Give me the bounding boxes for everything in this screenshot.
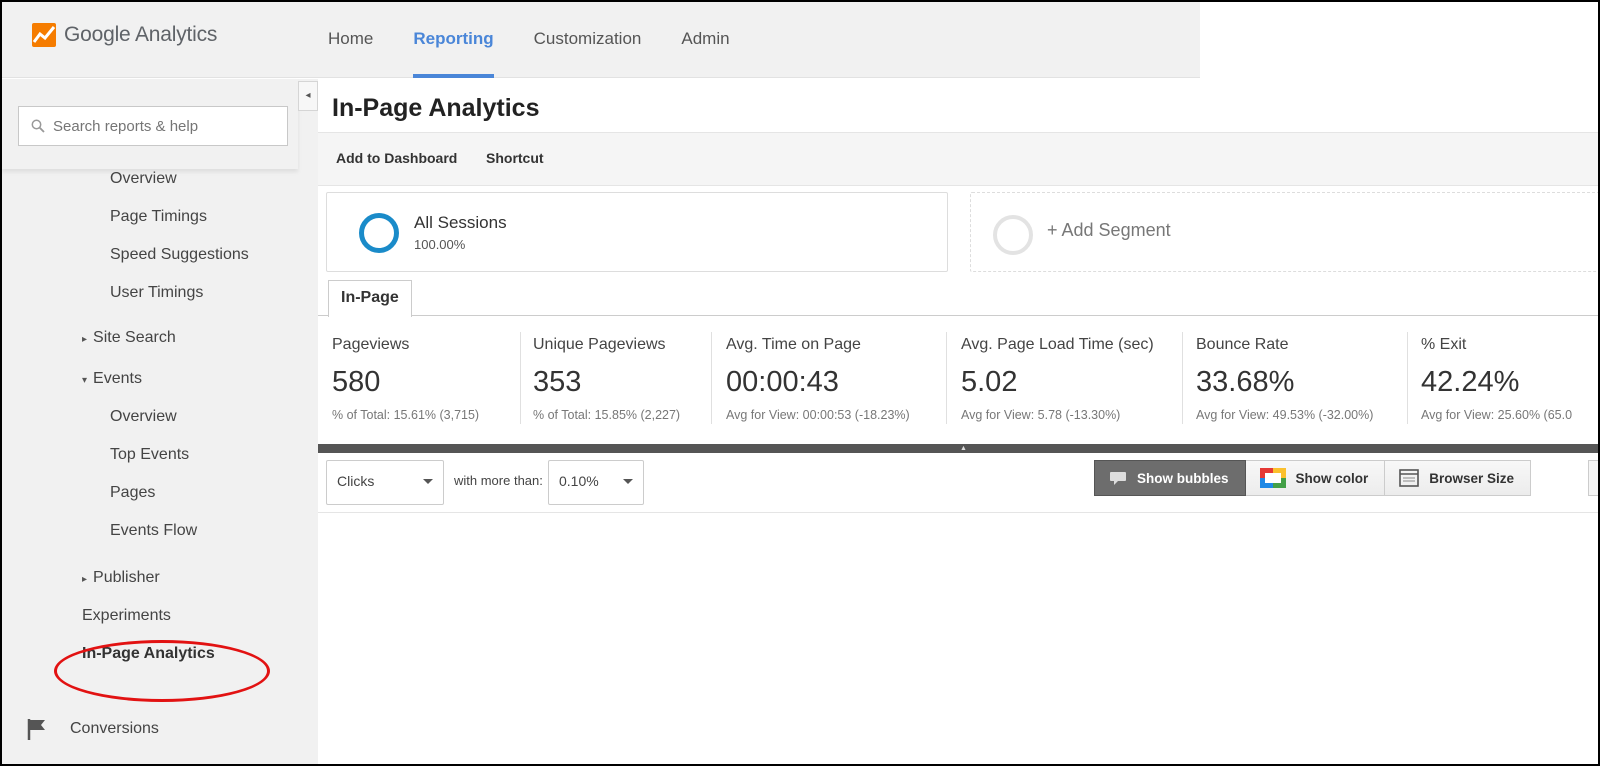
top-header: Google Analytics Home Reporting Customiz… (2, 2, 1200, 78)
sidebar-item-pages[interactable]: Pages (110, 484, 155, 502)
button-label: Show bubbles (1137, 470, 1229, 486)
search-box[interactable] (18, 106, 288, 146)
collapse-sidebar-button[interactable]: ◂ (298, 81, 318, 111)
segment-ring-icon (359, 213, 399, 253)
triangle-up-icon: ▲ (960, 445, 967, 452)
chevron-down-icon (623, 479, 633, 484)
button-label: Browser Size (1429, 470, 1515, 486)
bubble-icon (1110, 472, 1126, 485)
sidebar-search-area (2, 79, 298, 169)
metric-subtext: Avg for View: 25.60% (65.0 (1421, 408, 1573, 422)
sidebar-item-speed-suggestions[interactable]: Speed Suggestions (110, 246, 249, 264)
metric-pageviews[interactable]: Pageviews 580 % of Total: 15.61% (3,715) (332, 332, 521, 424)
metric-value: 580 (332, 366, 381, 398)
shortcut-button[interactable]: Shortcut (486, 150, 544, 166)
tab-in-page[interactable]: In-Page (328, 280, 412, 317)
analytics-logo-icon (32, 23, 56, 47)
metric-subtext: Avg for View: 49.53% (-32.00%) (1196, 408, 1374, 422)
blank-area (1200, 2, 1598, 82)
nav-home[interactable]: Home (328, 2, 373, 78)
select-value: Clicks (337, 473, 375, 489)
conversions-label: Conversions (70, 720, 159, 737)
chevron-down-icon (423, 479, 433, 484)
metric-label: Pageviews (332, 336, 410, 353)
metric-subtext: Avg for View: 00:00:53 (-18.23%) (726, 408, 910, 422)
metric-label: % Exit (1421, 336, 1467, 353)
sidebar-item-label: Site Search (93, 329, 176, 346)
metric-avg-time-on-page[interactable]: Avg. Time on Page 00:00:43 Avg for View:… (712, 332, 947, 424)
triangle-left-icon: ◂ (305, 90, 311, 101)
nav-admin[interactable]: Admin (681, 2, 729, 78)
nav-customization[interactable]: Customization (534, 2, 642, 78)
sidebar-item-events-flow[interactable]: Events Flow (110, 522, 197, 540)
add-to-dashboard-button[interactable]: Add to Dashboard (336, 150, 457, 166)
sidebar-item-events-overview[interactable]: Overview (110, 408, 177, 426)
nav-reporting[interactable]: Reporting (413, 2, 494, 78)
metric-select[interactable]: Clicks (326, 460, 444, 505)
sidebar-item-overview[interactable]: Overview (110, 170, 177, 188)
metric-bounce-rate[interactable]: Bounce Rate 33.68% Avg for View: 49.53% … (1183, 332, 1408, 424)
caret-down-icon: ▾ (82, 375, 88, 386)
main-content: In-Page Analytics Add to Dashboard Short… (318, 82, 1598, 764)
browser-window-icon (1399, 469, 1420, 487)
add-segment-button[interactable]: + Add Segment (970, 192, 1598, 272)
sidebar-item-label: Events (93, 370, 142, 387)
main-nav: Home Reporting Customization Admin (328, 2, 770, 78)
metric-value: 353 (533, 366, 582, 398)
metric-label: Avg. Time on Page (726, 336, 861, 353)
button-label: Show color (1295, 470, 1369, 486)
sidebar-item-conversions[interactable]: Conversions (26, 718, 159, 740)
page-title: In-Page Analytics (332, 94, 540, 122)
report-toolbar: Add to Dashboard Shortcut (318, 132, 1598, 186)
highlight-oval (54, 640, 270, 702)
metric-label: Unique Pageviews (533, 336, 666, 353)
report-tabs: In-Page (318, 280, 1598, 317)
show-color-button[interactable]: Show color (1245, 460, 1386, 496)
metric-unique-pageviews[interactable]: Unique Pageviews 353 % of Total: 15.85% … (521, 332, 712, 424)
browser-size-button[interactable]: Browser Size (1385, 460, 1532, 496)
sidebar-item-user-timings[interactable]: User Timings (110, 284, 203, 302)
flag-icon (27, 719, 45, 740)
metric-avg-page-load-time[interactable]: Avg. Page Load Time (sec) 5.02 Avg for V… (947, 332, 1183, 424)
segment-percentage: 100.00% (414, 237, 466, 252)
search-icon (31, 119, 45, 133)
metrics-row: Pageviews 580 % of Total: 15.61% (3,715)… (318, 316, 1598, 444)
metric-value: 33.68% (1196, 366, 1295, 398)
sidebar-item-publisher[interactable]: ▸ Publisher (82, 569, 160, 587)
more-than-label: with more than: (454, 473, 543, 488)
show-bubbles-button[interactable]: Show bubbles (1094, 460, 1246, 496)
metric-exit[interactable]: % Exit 42.24% Avg for View: 25.60% (65.0 (1408, 332, 1598, 424)
metric-subtext: Avg for View: 5.78 (-13.30%) (961, 408, 1121, 422)
resize-divider[interactable]: ▲ (318, 444, 1598, 453)
select-value: 0.10% (559, 473, 599, 489)
metric-subtext: % of Total: 15.85% (2,227) (533, 408, 681, 422)
metric-value: 5.02 (961, 366, 1018, 398)
sidebar-item-label: Publisher (93, 569, 160, 586)
view-options: Show bubbles Show color Browser Size (1094, 460, 1532, 496)
google-analytics-logo[interactable]: Google Analytics (32, 23, 217, 47)
metric-value: 42.24% (1421, 366, 1520, 398)
sidebar-item-site-search[interactable]: ▸ Site Search (82, 329, 176, 347)
caret-right-icon: ▸ (82, 334, 88, 345)
metric-label: Avg. Page Load Time (sec) (961, 336, 1154, 353)
empty-segment-ring-icon (993, 215, 1033, 255)
metric-subtext: % of Total: 15.61% (3,715) (332, 408, 480, 422)
sidebar-item-events[interactable]: ▾ Events (82, 370, 142, 388)
in-page-controls: Clicks with more than: 0.10% Show bubble… (318, 453, 1598, 513)
more-options-button[interactable] (1588, 460, 1598, 496)
segment-all-sessions[interactable]: All Sessions 100.00% (326, 192, 948, 272)
logo-text: Google Analytics (64, 23, 218, 46)
segment-title: All Sessions (414, 213, 507, 232)
color-icon (1259, 468, 1286, 488)
metric-label: Bounce Rate (1196, 336, 1289, 353)
add-segment-label: + Add Segment (1047, 220, 1171, 240)
metric-value: 00:00:43 (726, 366, 839, 398)
sidebar-item-top-events[interactable]: Top Events (110, 446, 189, 464)
sidebar-item-experiments[interactable]: Experiments (82, 607, 171, 625)
window: Google Analytics Home Reporting Customiz… (0, 0, 1600, 766)
caret-right-icon: ▸ (82, 574, 88, 585)
search-input[interactable] (53, 117, 273, 135)
threshold-select[interactable]: 0.10% (548, 460, 644, 505)
sidebar-item-page-timings[interactable]: Page Timings (110, 208, 207, 226)
